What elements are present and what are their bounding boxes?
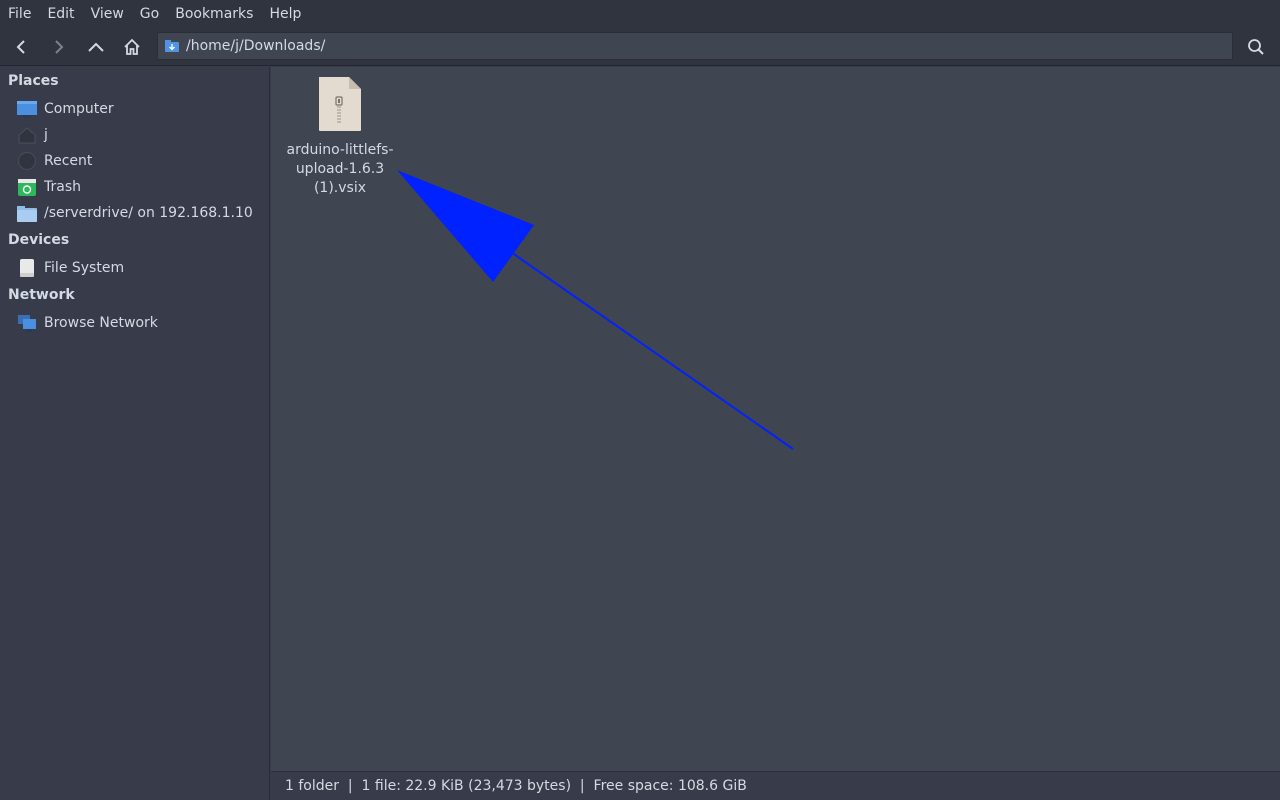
back-button[interactable] bbox=[7, 33, 37, 61]
sidebar-item-label: j bbox=[44, 127, 48, 143]
chevron-right-icon bbox=[55, 40, 64, 54]
sidebar-item-computer[interactable]: Computer bbox=[16, 97, 266, 121]
sidebar-heading-network: Network bbox=[8, 287, 75, 303]
location-bar[interactable]: /home/j/Downloads/ bbox=[157, 32, 1233, 60]
downloads-folder-icon bbox=[165, 40, 179, 52]
home-button[interactable] bbox=[117, 33, 147, 61]
menu-view[interactable]: View bbox=[85, 0, 130, 28]
sidebar: Places Computer j Recent Trash /serverdr… bbox=[0, 67, 270, 800]
sidebar-item-recent[interactable]: Recent bbox=[16, 149, 266, 173]
sidebar-item-label: File System bbox=[44, 260, 125, 276]
chevron-left-icon bbox=[16, 40, 25, 54]
file-item[interactable]: arduino-littlefs-upload-1.6.3 (1).vsix bbox=[275, 75, 405, 198]
up-button[interactable] bbox=[81, 33, 111, 61]
location-path: /home/j/Downloads/ bbox=[186, 38, 326, 54]
sidebar-item-label: Browse Network bbox=[44, 315, 158, 331]
trash-icon bbox=[18, 179, 36, 196]
monitor-icon bbox=[17, 101, 37, 118]
sidebar-item-label: Computer bbox=[44, 101, 114, 117]
toolbar: /home/j/Downloads/ bbox=[0, 28, 1280, 66]
menu-edit[interactable]: Edit bbox=[41, 0, 80, 28]
menu-bar: File Edit View Go Bookmarks Help bbox=[0, 0, 1280, 28]
search-icon bbox=[1248, 39, 1264, 55]
sidebar-heading-devices: Devices bbox=[8, 232, 70, 248]
sidebar-item-trash[interactable]: Trash bbox=[16, 175, 266, 199]
file-name: arduino-littlefs-upload-1.6.3 (1).vsix bbox=[286, 142, 394, 196]
sidebar-heading-places: Places bbox=[8, 73, 59, 89]
network-icon bbox=[18, 315, 36, 332]
chevron-up-icon bbox=[88, 42, 104, 52]
file-view[interactable]: arduino-littlefs-upload-1.6.3 (1).vsix bbox=[271, 67, 1280, 771]
status-bar: 1 folder | 1 file: 22.9 KiB (23,473 byte… bbox=[271, 771, 1280, 800]
home-folder-icon bbox=[18, 127, 36, 144]
search-button[interactable] bbox=[1241, 33, 1271, 61]
clock-icon bbox=[17, 151, 37, 171]
drive-icon bbox=[20, 259, 34, 277]
sidebar-item-label: /serverdrive/ on 192.168.1.10 bbox=[44, 205, 253, 221]
menu-file[interactable]: File bbox=[2, 0, 37, 28]
sidebar-item-label: Trash bbox=[44, 179, 81, 195]
sidebar-item-label: Recent bbox=[44, 153, 93, 169]
sidebar-item-serverdrive[interactable]: /serverdrive/ on 192.168.1.10 bbox=[16, 201, 266, 225]
sidebar-item-filesystem[interactable]: File System bbox=[16, 256, 266, 280]
sidebar-item-home[interactable]: j bbox=[16, 123, 266, 147]
sidebar-item-browse-network[interactable]: Browse Network bbox=[16, 311, 266, 335]
menu-bookmarks[interactable]: Bookmarks bbox=[169, 0, 259, 28]
home-icon bbox=[124, 38, 140, 55]
menu-help[interactable]: Help bbox=[263, 0, 307, 28]
menu-go[interactable]: Go bbox=[134, 0, 165, 28]
network-folder-icon bbox=[17, 206, 37, 222]
zip-archive-icon bbox=[319, 77, 361, 131]
status-text: 1 folder | 1 file: 22.9 KiB (23,473 byte… bbox=[285, 778, 747, 794]
forward-button[interactable] bbox=[43, 33, 73, 61]
